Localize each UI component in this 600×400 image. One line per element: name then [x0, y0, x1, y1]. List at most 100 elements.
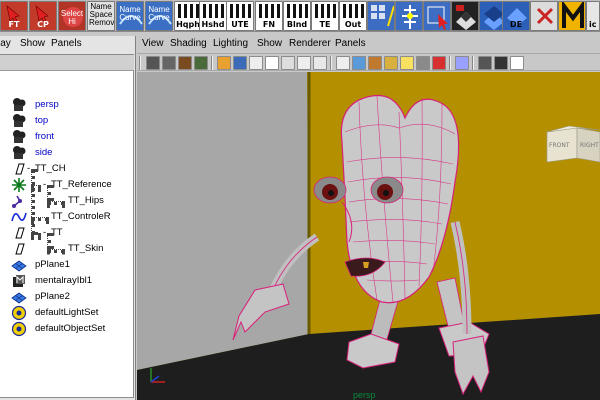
- outliner-item-label: TT: [51, 227, 63, 238]
- outliner-menu-bar: lay Show Panels: [0, 38, 136, 52]
- outliner-item-tt-ch[interactable]: - TT_CH: [0, 161, 134, 177]
- toolbar-separator: [211, 56, 213, 70]
- outliner-item-defaultobjectset[interactable]: defaultObjectSet: [0, 321, 134, 337]
- outliner-item-tt-skin[interactable]: TT_Skin: [0, 241, 134, 257]
- checker-icon: [456, 5, 476, 30]
- camera-icon: [13, 146, 26, 159]
- transform-icon: [15, 163, 25, 175]
- wireframe-icon[interactable]: [336, 56, 350, 70]
- shelf-button-label: ic: [589, 20, 597, 29]
- shelf-button-partial[interactable]: ic: [586, 1, 600, 31]
- xray-icon[interactable]: [478, 56, 492, 70]
- shelf-button-ute[interactable]: UTE: [226, 1, 254, 31]
- resolution-gate-icon[interactable]: [249, 56, 263, 70]
- field-chart-icon[interactable]: [281, 56, 295, 70]
- shelf-button-out[interactable]: Out: [339, 1, 367, 31]
- shelf-button-name-curve-1[interactable]: Name Curve: [116, 1, 144, 31]
- xray-joints-icon[interactable]: [494, 56, 508, 70]
- set-icon: [11, 321, 27, 337]
- outliner-item-tt-controler[interactable]: TT_ControleR: [0, 209, 134, 225]
- camera-attributes-icon[interactable]: [162, 56, 176, 70]
- outliner-filter-field[interactable]: [0, 55, 134, 71]
- viewport-menu-shading[interactable]: Shading: [170, 38, 207, 49]
- outliner-item-defaultlightset[interactable]: defaultLightSet: [0, 305, 134, 321]
- shelf-button-ft[interactable]: FT: [0, 1, 28, 31]
- safe-action-icon[interactable]: [297, 56, 311, 70]
- shelf-button-label: TE: [319, 20, 331, 29]
- expander-icon[interactable]: -: [43, 227, 46, 238]
- viewport-menu-show[interactable]: Show: [257, 38, 282, 49]
- use-all-lights-icon[interactable]: [400, 56, 414, 70]
- shelf-button-fn[interactable]: FN: [255, 1, 283, 31]
- viewport-menu-renderer[interactable]: Renderer: [289, 38, 331, 49]
- select-camera-icon[interactable]: [146, 56, 160, 70]
- outliner-item-label: pPlane1: [35, 259, 70, 270]
- tree-connector: [47, 201, 65, 205]
- character-right-pupil: [383, 190, 389, 196]
- select-arrow-icon: [427, 6, 448, 30]
- shelf-button-label: Out: [344, 20, 362, 29]
- outliner-item-persp[interactable]: persp: [0, 97, 134, 113]
- shelf-button-blnd[interactable]: Blnd: [283, 1, 311, 31]
- shelf-button-name-curve-2[interactable]: Name Curve: [145, 1, 173, 31]
- shelf-button-hqph[interactable]: Hqph: [174, 1, 202, 31]
- viewport-menu-panels[interactable]: Panels: [335, 38, 366, 49]
- outliner-menu-show[interactable]: Show: [20, 38, 45, 49]
- textured-icon[interactable]: [384, 56, 398, 70]
- outliner-item-tt-reference[interactable]: - TT_Reference: [0, 177, 134, 193]
- shelf-button-select-arrow[interactable]: [423, 1, 451, 31]
- backface-culling-icon[interactable]: [510, 56, 524, 70]
- outliner-item-front[interactable]: front: [0, 129, 134, 145]
- isolate-select-icon[interactable]: [455, 56, 469, 70]
- outliner-item-pplane1[interactable]: pPlane1: [0, 257, 134, 273]
- shelf-button-te[interactable]: TE: [311, 1, 339, 31]
- outliner-item-label: front: [35, 131, 55, 142]
- shelf-button-label: DE: [509, 20, 523, 29]
- outliner-item-tt[interactable]: - TT: [0, 225, 134, 241]
- outliner-item-mentalrayibl1[interactable]: mentalrayIbl1: [0, 273, 134, 289]
- smooth-shade-icon[interactable]: [352, 56, 366, 70]
- outliner-item-top[interactable]: top: [0, 113, 134, 129]
- high-quality-icon[interactable]: [432, 56, 446, 70]
- outliner-item-tt-hips[interactable]: TT_Hips: [0, 193, 134, 209]
- transform-icon: [15, 227, 25, 239]
- shelf-button-mental-ray[interactable]: [558, 1, 586, 31]
- tree-connector: [31, 169, 35, 235]
- shelf-button-namespace-remove[interactable]: Name Space Remove: [87, 1, 115, 31]
- expander-icon[interactable]: -: [27, 163, 30, 174]
- outliner-item-label: mentalrayIbl1: [35, 275, 93, 286]
- film-gate-icon[interactable]: [233, 56, 247, 70]
- viewport-3d[interactable]: FRONT RIGHT persp: [137, 72, 600, 400]
- shelf-button-paint-weights[interactable]: [367, 1, 395, 31]
- image-plane-icon[interactable]: [194, 56, 208, 70]
- outliner-item-side[interactable]: side: [0, 145, 134, 161]
- shelf-button-joint-chain[interactable]: [395, 1, 423, 31]
- view-cube-front-label: FRONT: [549, 142, 570, 149]
- shelf-button-hshd[interactable]: Hshd: [199, 1, 227, 31]
- wireframe-on-shaded-icon[interactable]: [368, 56, 382, 70]
- grid-icon[interactable]: [217, 56, 231, 70]
- curve-icon: [11, 212, 27, 222]
- bookmarks-icon[interactable]: [178, 56, 192, 70]
- outliner-item-pplane2[interactable]: pPlane2: [0, 289, 134, 305]
- outliner-menu-panels[interactable]: Panels: [51, 38, 82, 49]
- left-wall: [137, 72, 309, 370]
- camera-icon: [13, 130, 26, 143]
- shelf-button-delete[interactable]: [530, 1, 558, 31]
- toolbar-separator: [472, 56, 474, 70]
- shelf-button-select-hi[interactable]: Select Hi: [58, 1, 86, 31]
- shelf-button-label: CP: [37, 20, 49, 29]
- shelf-button-cp[interactable]: CP: [29, 1, 57, 31]
- safe-title-icon[interactable]: [313, 56, 327, 70]
- joint-icon: [12, 195, 22, 208]
- viewport-menu-view[interactable]: View: [142, 38, 164, 49]
- delete-icon: [536, 7, 554, 25]
- shelf-button-label: Select Hi: [60, 9, 84, 26]
- gate-mask-icon[interactable]: [265, 56, 279, 70]
- shelf-button-checker[interactable]: [451, 1, 479, 31]
- expander-icon[interactable]: -: [43, 179, 46, 190]
- viewport-menu-lighting[interactable]: Lighting: [213, 38, 248, 49]
- shelf-button-de[interactable]: DE: [502, 1, 530, 31]
- shadows-icon[interactable]: [416, 56, 430, 70]
- outliner-menu-display[interactable]: lay: [0, 38, 11, 49]
